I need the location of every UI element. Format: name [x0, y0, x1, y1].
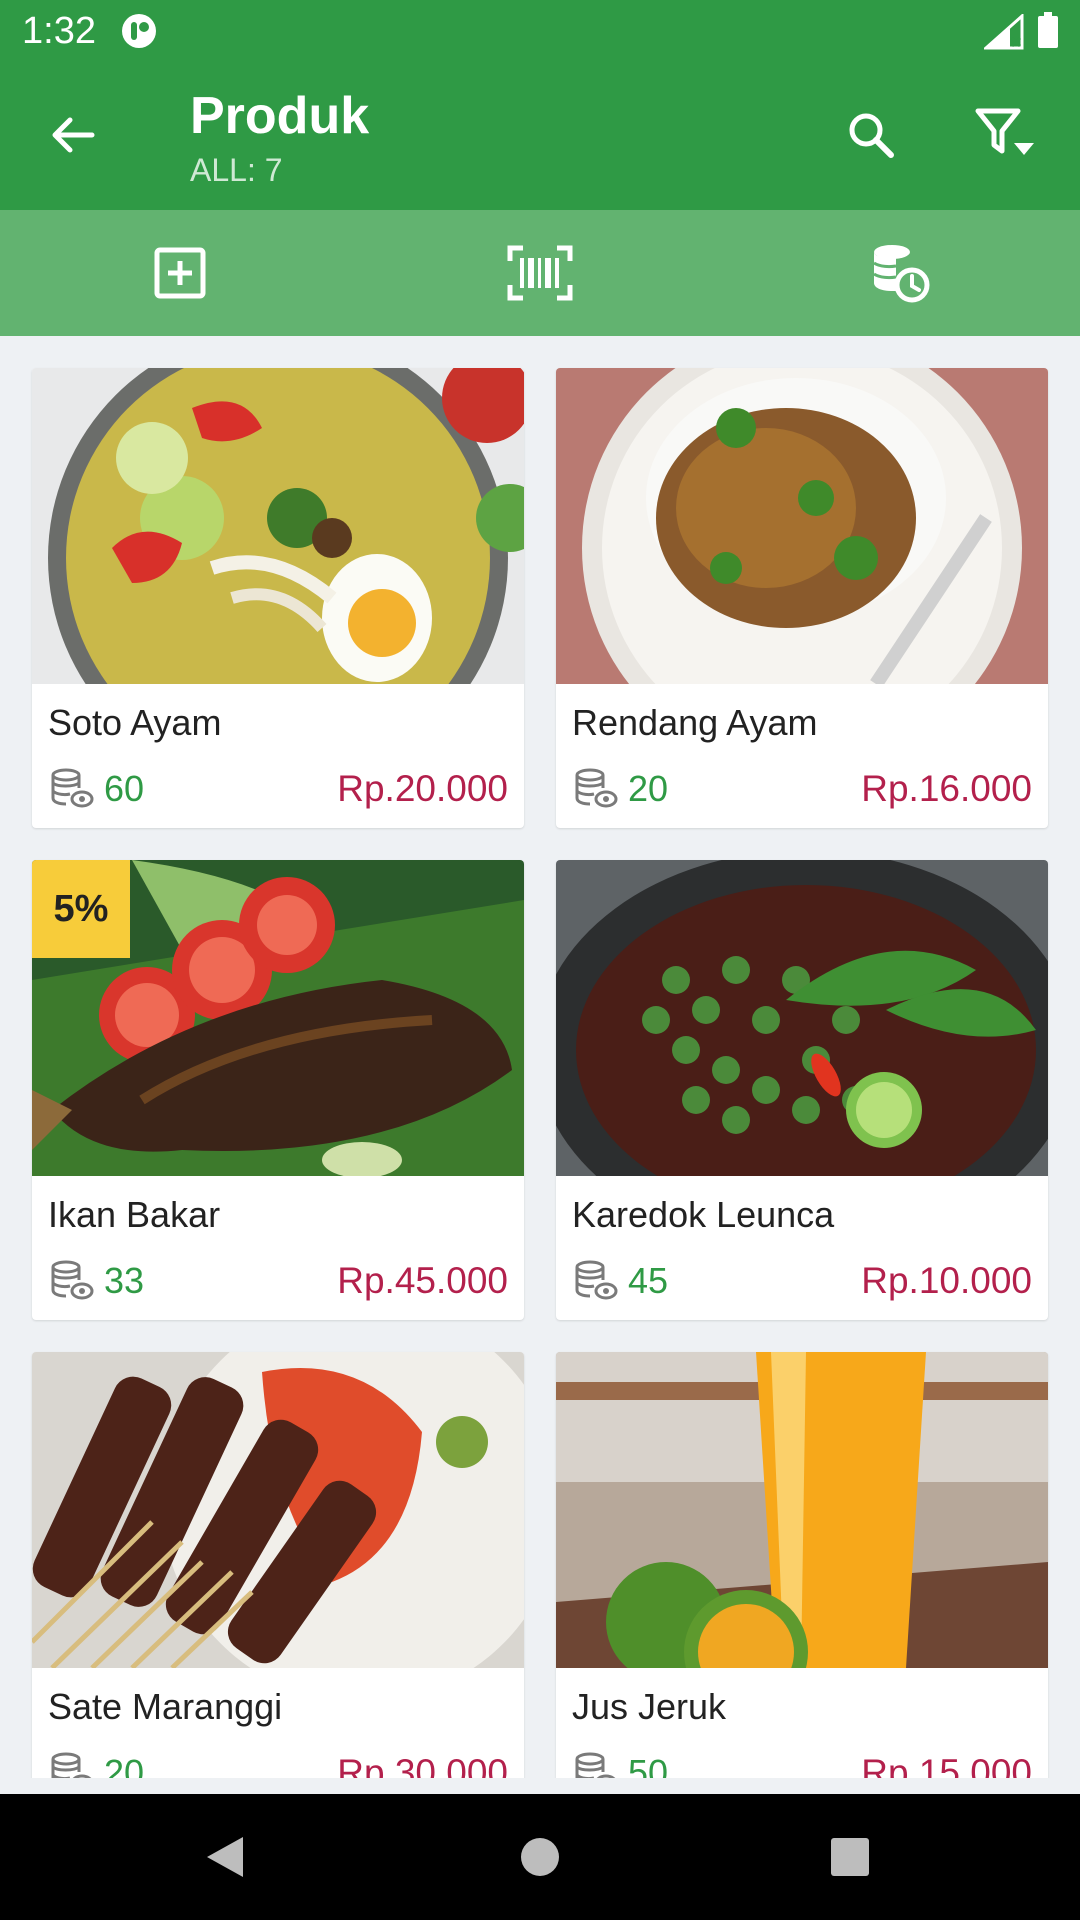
product-count: ALL: 7: [190, 152, 283, 188]
stock-view-icon: [51, 1752, 92, 1778]
product-card[interactable]: Jus Jeruk 50 Rp.15.000: [556, 1352, 1048, 1778]
product-stock: 45: [628, 1260, 669, 1301]
add-product-button[interactable]: [120, 210, 240, 336]
product-image: [32, 368, 524, 684]
stock-view-icon: [575, 1752, 616, 1778]
product-name: Rendang Ayam: [572, 702, 818, 743]
product-price: Rp.10.000: [861, 1260, 1032, 1301]
product-price: Rp.15.000: [861, 1752, 1032, 1778]
product-name: Jus Jeruk: [572, 1686, 727, 1727]
action-toolbar: [0, 210, 1080, 336]
product-image: [556, 1352, 1048, 1668]
battery-icon: [1038, 12, 1058, 48]
product-price: Rp.20.000: [337, 768, 508, 809]
search-icon: [849, 113, 894, 158]
nav-home-icon: [521, 1838, 559, 1876]
product-name: Karedok Leunca: [572, 1194, 835, 1235]
nav-back-button[interactable]: [190, 1822, 260, 1892]
stock-view-icon: [51, 1260, 94, 1300]
product-card[interactable]: Karedok Leunca 45 Rp.10.000: [556, 860, 1048, 1320]
stock-view-icon: [51, 768, 94, 808]
back-arrow-icon: [52, 117, 95, 153]
product-image: [32, 1352, 524, 1668]
product-card[interactable]: Rendang Ayam 20 Rp.16.000: [556, 368, 1048, 828]
product-name: Soto Ayam: [48, 702, 222, 743]
status-bar: 1:32: [0, 0, 1080, 64]
product-price: Rp.30.000: [337, 1752, 508, 1778]
product-card[interactable]: 5% Ikan Bakar 33 Rp.45.000: [32, 860, 524, 1320]
signal-icon: [984, 14, 1024, 50]
page-title: Produk: [190, 87, 370, 145]
filter-button[interactable]: [966, 100, 1046, 170]
product-stock: 50: [628, 1752, 669, 1778]
stock-view-icon: [575, 1260, 618, 1300]
product-image: [556, 368, 1048, 684]
filter-icon: [975, 108, 1034, 155]
product-stock: 60: [104, 768, 145, 809]
product-card[interactable]: Soto Ayam 60 Rp.20.000: [32, 368, 524, 828]
product-name: Ikan Bakar: [48, 1194, 221, 1235]
add-product-icon: [154, 247, 206, 299]
stock-view-icon: [575, 768, 618, 808]
status-time: 1:32: [22, 10, 96, 52]
app-bar: 1:32 Produk ALL: 7: [0, 0, 1080, 210]
stock-history-icon: [873, 245, 930, 303]
product-image: [556, 860, 1048, 1176]
discount-badge: 5%: [32, 860, 130, 958]
back-button[interactable]: [38, 100, 108, 170]
nav-back-icon: [207, 1837, 243, 1877]
search-button[interactable]: [836, 100, 906, 170]
product-stock: 20: [628, 768, 669, 809]
system-nav-bar: [0, 1794, 1080, 1920]
stock-history-button[interactable]: [840, 210, 960, 336]
product-price: Rp.45.000: [337, 1260, 508, 1301]
product-stock: 33: [104, 1260, 145, 1301]
app-notification-icon: [122, 14, 156, 48]
product-card[interactable]: Sate Maranggi 20 Rp.30.000: [32, 1352, 524, 1778]
barcode-scan-icon: [507, 245, 573, 301]
product-price: Rp.16.000: [861, 768, 1032, 809]
product-grid: Soto Ayam 60 Rp.20.000 Rendang Ayam 20 R…: [0, 336, 1080, 1778]
product-name: Sate Maranggi: [48, 1686, 283, 1727]
nav-recents-icon: [831, 1838, 869, 1876]
barcode-scan-button[interactable]: [480, 210, 600, 336]
nav-recents-button[interactable]: [815, 1822, 885, 1892]
nav-home-button[interactable]: [505, 1822, 575, 1892]
product-stock: 20: [104, 1752, 145, 1778]
